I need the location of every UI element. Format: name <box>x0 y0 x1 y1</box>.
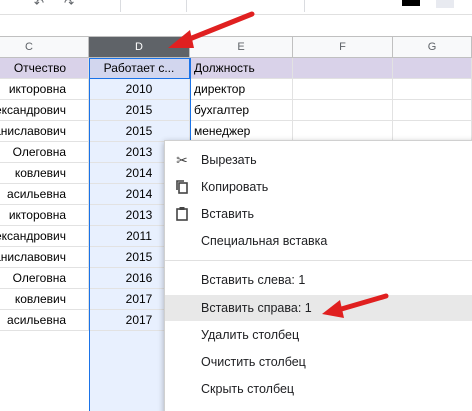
cell-empty[interactable] <box>293 58 393 79</box>
cell-header-position[interactable]: Должность <box>190 58 293 79</box>
cell-patronymic[interactable]: Олеговна <box>0 268 89 289</box>
copy-icon <box>174 179 190 195</box>
cell-patronymic[interactable]: икторовна <box>0 205 89 226</box>
cell-position[interactable]: директор <box>190 79 293 100</box>
menu-item-label: Вставить слева: 1 <box>201 273 306 287</box>
cell-patronymic[interactable]: ганиславович <box>0 121 89 142</box>
cell-position[interactable]: менеджер <box>190 121 293 142</box>
cell-works-since[interactable]: 2010 <box>89 79 190 100</box>
context-menu: ✂ Вырезать Копировать Вставить Специальн… <box>164 140 472 411</box>
toolbar-divider <box>120 0 121 12</box>
menu-item-clear-column[interactable]: Очистить столбец <box>165 349 472 375</box>
cell-patronymic[interactable]: ковлевич <box>0 163 89 184</box>
spreadsheet-window: ↶ ↷ C D E F G Отчество Работает с... Дол… <box>0 0 472 411</box>
column-selection-border <box>89 58 90 411</box>
cell-works-since[interactable]: 2015 <box>89 121 190 142</box>
cell-patronymic[interactable]: асильевна <box>0 310 89 331</box>
menu-item-insert-left[interactable]: Вставить слева: 1 <box>165 267 472 293</box>
column-header-f[interactable]: F <box>293 37 393 57</box>
menu-item-cut[interactable]: ✂ Вырезать <box>165 147 472 173</box>
menu-item-hide-column[interactable]: Скрыть столбец <box>165 376 472 402</box>
column-header-c[interactable]: C <box>0 37 89 57</box>
menu-item-delete-column[interactable]: Удалить столбец <box>165 322 472 348</box>
table-row: лександрович2015бухгалтер <box>0 100 472 121</box>
menu-item-paste[interactable]: Вставить <box>165 201 472 227</box>
text-color-swatch[interactable] <box>402 0 420 6</box>
menu-item-paste-special[interactable]: Специальная вставка <box>165 228 472 254</box>
scissors-icon: ✂ <box>176 152 188 168</box>
cell-header-works-since[interactable]: Работает с... <box>89 58 190 79</box>
cell-patronymic[interactable]: ковлевич <box>0 289 89 310</box>
menu-item-label: Специальная вставка <box>201 234 328 248</box>
cell-empty[interactable] <box>293 79 393 100</box>
menu-item-label: Удалить столбец <box>201 328 300 342</box>
cell-empty[interactable] <box>393 121 472 142</box>
menu-item-label: Скрыть столбец <box>201 382 295 396</box>
table-row: ганиславович2015менеджер <box>0 121 472 142</box>
cell-empty[interactable] <box>293 121 393 142</box>
toolbar-divider <box>304 0 305 12</box>
clipboard-icon <box>174 206 190 222</box>
menu-item-label: Очистить столбец <box>201 355 306 369</box>
cell-empty[interactable] <box>393 58 472 79</box>
fill-color-swatch[interactable] <box>436 0 454 8</box>
annotation-arrow-column <box>168 11 255 48</box>
cell-empty[interactable] <box>293 100 393 121</box>
column-header-g[interactable]: G <box>393 37 472 57</box>
table-row: икторовна 2010 директор <box>0 79 472 100</box>
cell-patronymic[interactable]: Олеговна <box>0 142 89 163</box>
menu-item-copy[interactable]: Копировать <box>165 174 472 200</box>
annotation-arrow-insert-right <box>322 293 389 318</box>
table-header-row: Отчество Работает с... Должность <box>0 58 472 79</box>
menu-item-label: Вставить <box>201 207 254 221</box>
undo-icon[interactable]: ↶ <box>34 0 44 10</box>
cell-patronymic[interactable]: ганиславович <box>0 247 89 268</box>
cell-empty[interactable] <box>393 100 472 121</box>
menu-divider <box>165 260 472 261</box>
menu-item-label: Вырезать <box>201 153 257 167</box>
cell-works-since[interactable]: 2015 <box>89 100 190 121</box>
cell-position[interactable]: бухгалтер <box>190 100 293 121</box>
cell-header-patronymic[interactable]: Отчество <box>0 58 89 79</box>
redo-icon[interactable]: ↷ <box>64 0 74 10</box>
cell-patronymic[interactable]: икторовна <box>0 79 89 100</box>
cell-patronymic[interactable]: асильевна <box>0 184 89 205</box>
cell-patronymic[interactable]: лександрович <box>0 226 89 247</box>
menu-item-label: Вставить справа: 1 <box>201 301 312 315</box>
cell-empty[interactable] <box>393 79 472 100</box>
menu-item-label: Копировать <box>201 180 269 194</box>
cell-patronymic[interactable]: лександрович <box>0 100 89 121</box>
